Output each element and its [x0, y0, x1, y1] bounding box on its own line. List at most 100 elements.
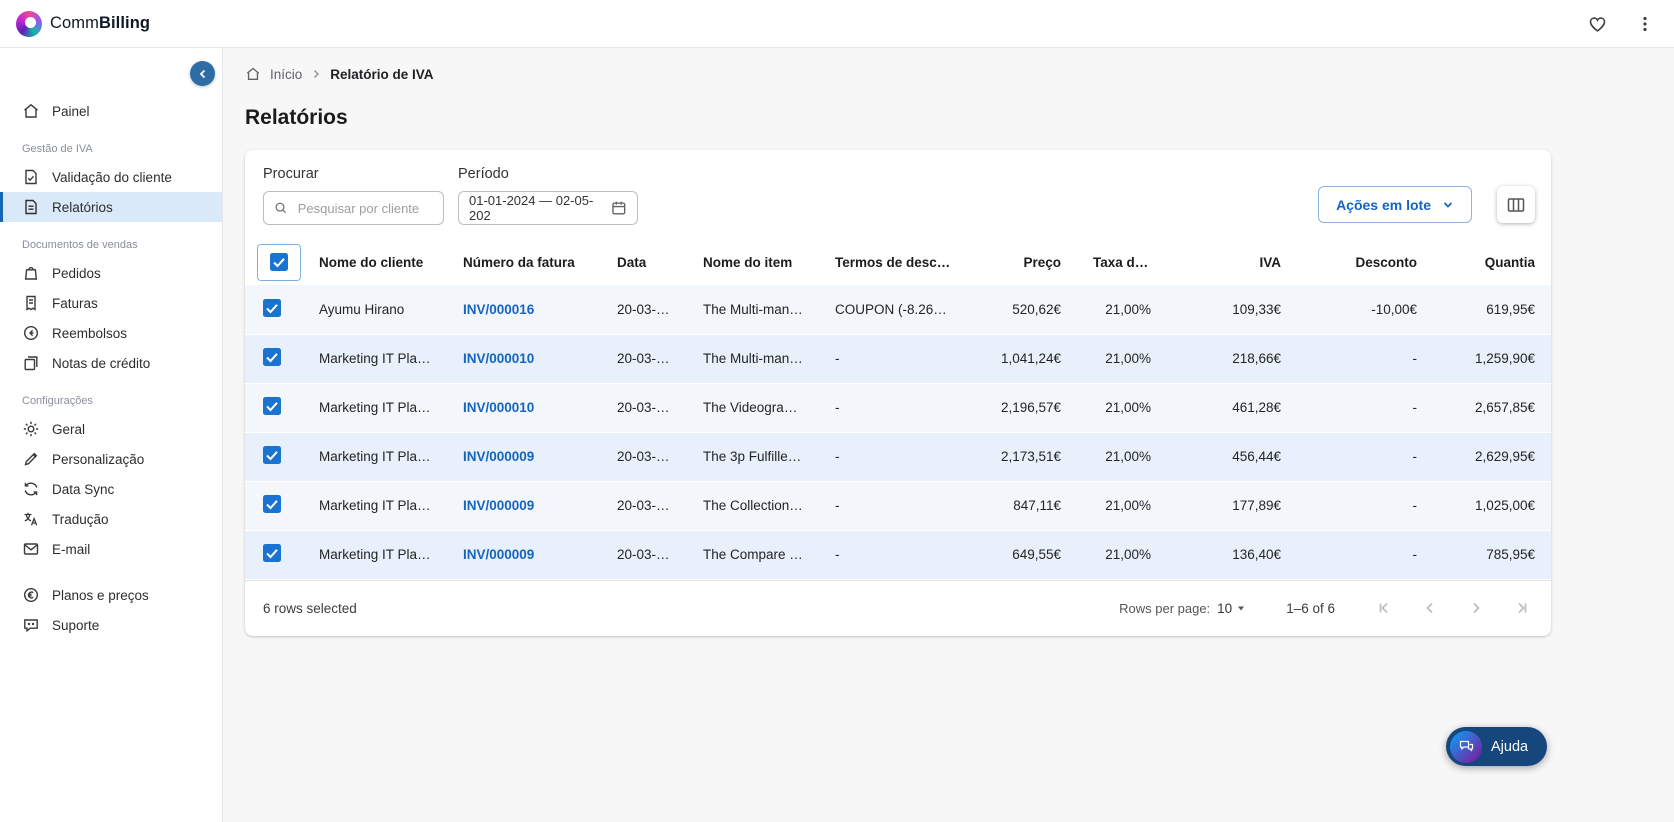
column-settings-button[interactable] — [1497, 186, 1535, 223]
bulk-actions-button[interactable]: Ações em lote — [1318, 186, 1472, 223]
sidebar-item-geral[interactable]: Geral — [0, 414, 222, 444]
invoice-link[interactable]: INV/000016 — [463, 302, 534, 317]
table-row: Marketing IT Place INV/000009 20-03-2025… — [245, 530, 1551, 579]
sidebar-item-data-sync[interactable]: Data Sync — [0, 474, 222, 504]
table-row: Marketing IT Place INV/000010 20-03-2025… — [245, 383, 1551, 432]
select-all-checkbox[interactable] — [270, 253, 288, 271]
sidebar-item-relatorios[interactable]: Relatórios — [0, 192, 222, 222]
last-page-button[interactable] — [1513, 599, 1531, 617]
sidebar-item-traducao[interactable]: Tradução — [0, 504, 222, 534]
col-header-item[interactable]: Nome do item — [687, 239, 819, 285]
chevron-left-icon — [1426, 602, 1433, 614]
row-checkbox[interactable] — [263, 397, 281, 415]
table-row: Marketing IT Place INV/000009 20-03-2025… — [245, 481, 1551, 530]
sidebar: Painel Gestão de IVA Validação do client… — [0, 48, 223, 822]
col-header-discount[interactable]: Desconto — [1297, 239, 1433, 285]
cell-discount-terms: COUPON (-8.264… — [835, 301, 955, 317]
row-checkbox[interactable] — [263, 495, 281, 513]
col-header-client[interactable]: Nome do cliente — [303, 239, 447, 285]
first-page-button[interactable] — [1375, 599, 1393, 617]
period-label: Período — [458, 166, 509, 182]
row-checkbox[interactable] — [263, 298, 281, 317]
table-row: Marketing IT Place INV/000009 20-03-2025… — [245, 432, 1551, 481]
chevron-right-icon — [314, 69, 320, 79]
invoice-link[interactable]: INV/000009 — [463, 449, 534, 464]
previous-page-button[interactable] — [1421, 599, 1439, 617]
period-input[interactable]: 01-01-2024 — 02-05-202 — [458, 191, 638, 225]
sidebar-item-planos-precos[interactable]: Planos e preços — [0, 580, 222, 610]
sidebar-item-validacao-cliente[interactable]: Validação do cliente — [0, 162, 222, 192]
col-header-price[interactable]: Preço — [967, 239, 1077, 285]
sidebar-item-label: E-mail — [52, 541, 91, 557]
cell-client: Ayumu Hirano — [319, 301, 405, 317]
sidebar-item-personalizacao[interactable]: Personalização — [0, 444, 222, 474]
sidebar-item-notas-credito[interactable]: Notas de crédito — [0, 348, 222, 378]
next-page-button[interactable] — [1467, 599, 1485, 617]
cell-price: 649,55€ — [1012, 547, 1061, 562]
col-header-discount-terms[interactable]: Termos de desconto — [819, 239, 967, 285]
reports-card: Procurar Período 01-01-2024 — 02-05-202 — [245, 150, 1551, 636]
sidebar-collapse-button[interactable] — [190, 61, 215, 86]
cell-price: 1,041,24€ — [1000, 351, 1061, 366]
document-check-icon — [25, 169, 37, 185]
sidebar-item-email[interactable]: E-mail — [0, 534, 222, 564]
sidebar-section-iva: Gestão de IVA — [22, 143, 93, 155]
rows-per-page-select[interactable]: Rows per page: 10 — [1119, 601, 1246, 616]
cell-vat: 136,40€ — [1232, 547, 1281, 562]
invoice-link[interactable]: INV/000009 — [463, 498, 534, 513]
col-header-vat[interactable]: IVA — [1167, 239, 1297, 285]
first-page-icon — [1379, 602, 1388, 614]
cell-client: Marketing IT Place — [319, 449, 432, 464]
cell-vat: 177,89€ — [1232, 498, 1281, 513]
invoice-link[interactable]: INV/000010 — [463, 400, 534, 415]
sidebar-divider-space — [0, 564, 222, 580]
cell-vat: 456,44€ — [1232, 449, 1281, 464]
cell-client: Marketing IT Place — [319, 498, 432, 513]
sidebar-item-pedidos[interactable]: Pedidos — [0, 258, 222, 288]
sidebar-item-label: Planos e preços — [52, 587, 149, 603]
col-header-date[interactable]: Data — [601, 239, 687, 285]
col-header-invoice[interactable]: Número da fatura — [447, 239, 601, 285]
kebab-menu-icon — [1643, 16, 1647, 31]
help-label: Ajuda — [1491, 738, 1529, 755]
cell-date: 20-03-2025 — [617, 498, 687, 513]
breadcrumb-home-link[interactable]: Início — [270, 67, 302, 82]
cell-item: The Multi-manag… — [703, 351, 818, 366]
search-input[interactable] — [295, 199, 433, 217]
chat-bubbles-icon — [1459, 740, 1473, 752]
col-header-vat-rate[interactable]: Taxa de IVA — [1077, 239, 1167, 285]
cell-discount: - — [1412, 400, 1418, 415]
sidebar-item-label: Faturas — [52, 295, 98, 311]
cell-price: 847,11€ — [1013, 498, 1061, 513]
cell-date: 20-03-2025 — [617, 449, 687, 464]
row-checkbox[interactable] — [263, 348, 281, 366]
help-button[interactable]: Ajuda — [1446, 727, 1548, 766]
sidebar-item-suporte[interactable]: Suporte — [0, 610, 222, 640]
breadcrumb-current: Relatório de IVA — [330, 66, 434, 82]
envelope-icon — [23, 543, 39, 555]
invoice-link[interactable]: INV/000009 — [463, 547, 534, 562]
invoice-link[interactable]: INV/000010 — [463, 351, 534, 366]
more-menu-button[interactable] — [1636, 15, 1654, 33]
cell-price: 520,62€ — [1012, 301, 1061, 317]
chevron-down-icon — [1443, 201, 1453, 208]
row-checkbox[interactable] — [263, 544, 281, 562]
help-badge — [1450, 730, 1482, 763]
caret-down-icon — [1238, 606, 1245, 611]
sidebar-item-faturas[interactable]: Faturas — [0, 288, 222, 318]
col-header-amount[interactable]: Quantia — [1433, 239, 1551, 285]
sidebar-item-painel[interactable]: Painel — [0, 96, 222, 126]
cell-date: 20-03-2025 — [617, 547, 687, 562]
sidebar-item-label: Pedidos — [52, 265, 101, 281]
search-input-wrapper — [263, 191, 444, 225]
cell-vat-rate: 21,00% — [1105, 301, 1151, 317]
table-row: Ayumu Hirano INV/000016 20-03-2025 The M… — [245, 285, 1551, 334]
sidebar-section-config: Configurações — [22, 395, 93, 407]
sidebar-item-reembolsos[interactable]: Reembolsos — [0, 318, 222, 348]
row-checkbox[interactable] — [263, 446, 281, 464]
favorites-button[interactable] — [1587, 13, 1608, 34]
table-footer: 6 rows selected Rows per page: 10 1–6 of… — [245, 579, 1551, 636]
cell-date: 20-03-2025 — [617, 351, 687, 366]
cell-item: The Collection Sn… — [703, 498, 819, 513]
table-header-row: Nome do cliente Número da fatura Data No… — [245, 239, 1551, 285]
